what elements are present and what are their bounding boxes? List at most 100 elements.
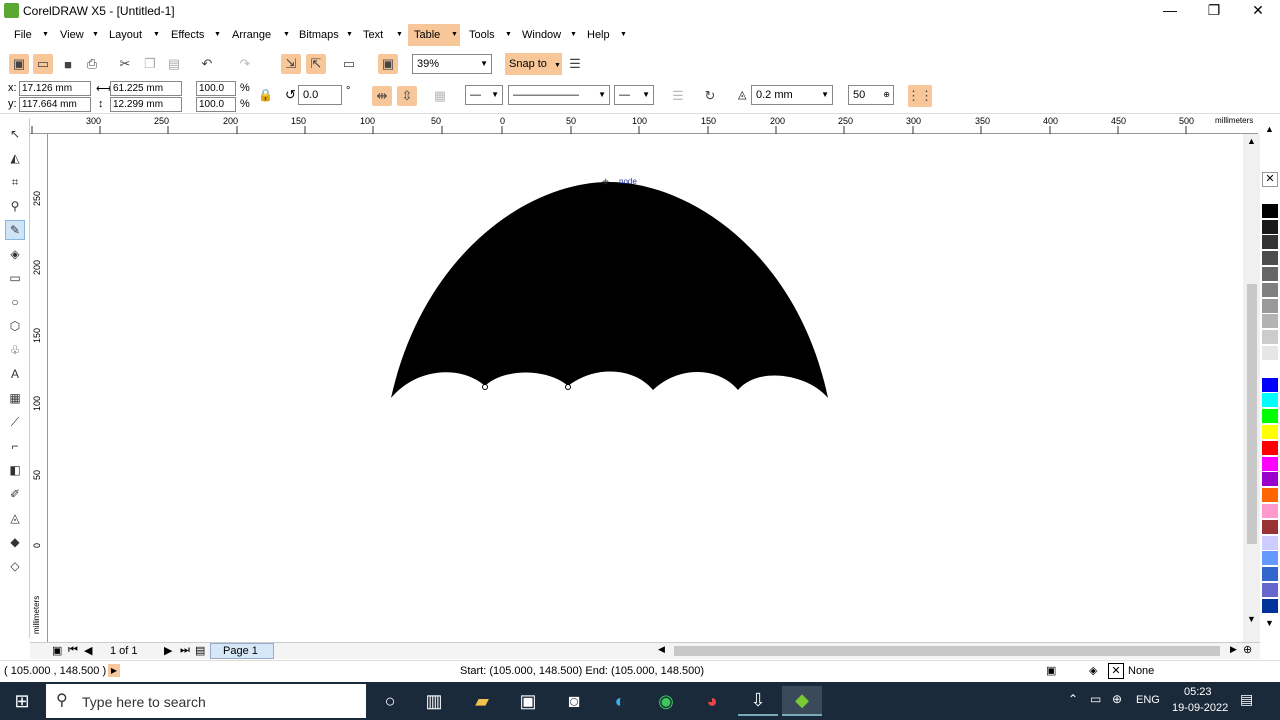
task-view-icon[interactable]: ▥ — [414, 686, 454, 716]
scroll-thumb[interactable] — [1247, 284, 1257, 544]
color-swatch[interactable] — [1262, 282, 1278, 298]
scale-x-field[interactable]: 100.0 — [196, 81, 236, 96]
width-field[interactable]: 61.225 mm — [110, 81, 182, 96]
color-swatch[interactable] — [1262, 393, 1278, 409]
chevron-up-icon[interactable]: ⌃ — [1068, 692, 1078, 706]
file-explorer-icon[interactable]: ▰ — [462, 686, 502, 716]
vertical-scrollbar[interactable]: ▲ ▼ — [1243, 134, 1260, 642]
close-button[interactable]: ✕ — [1236, 0, 1280, 22]
fill-tool-icon[interactable]: ◆ — [5, 532, 25, 552]
color-swatch[interactable] — [1262, 314, 1278, 330]
start-arrowhead-select[interactable]: — ▼ — [465, 85, 503, 105]
end-arrowhead-select[interactable]: — ▼ — [614, 85, 654, 105]
tab-page-1[interactable]: Page 1 — [210, 643, 274, 659]
color-swatch[interactable] — [1262, 567, 1278, 583]
color-swatch[interactable] — [1262, 188, 1278, 203]
chevron-left-icon[interactable]: ◀ — [658, 644, 665, 655]
menu-arrange[interactable]: Arrange — [226, 24, 277, 46]
curve-smoothing-field[interactable]: 50 ⊕ — [848, 85, 894, 105]
interactive-fill-tool-icon[interactable]: ◇ — [5, 556, 25, 576]
last-page-icon[interactable]: ⏭ — [180, 644, 190, 657]
no-color-swatch[interactable]: ✕ — [1262, 172, 1278, 187]
page-insert-icon[interactable]: ▣ — [52, 644, 62, 657]
taskbar-search-box[interactable]: ⚲ Type here to search — [46, 684, 366, 718]
polygon-tool-icon[interactable]: ⬡ — [5, 316, 25, 336]
color-swatch[interactable] — [1262, 456, 1278, 472]
language-indicator[interactable]: ENG — [1136, 694, 1160, 706]
reverse-direction-icon[interactable]: ↻ — [700, 86, 720, 106]
color-swatch[interactable] — [1262, 298, 1278, 314]
color-swatch[interactable] — [1262, 425, 1278, 440]
chevron-up-icon[interactable]: ▲ — [1265, 124, 1274, 134]
color-swatch[interactable] — [1262, 598, 1278, 614]
undo-icon[interactable]: ↶ — [197, 54, 217, 74]
chevron-down-icon[interactable]: ▼ — [1247, 614, 1256, 624]
minimize-button[interactable]: — — [1148, 0, 1192, 22]
clock-date[interactable]: 19-09-2022 — [1172, 702, 1228, 714]
color-swatch[interactable] — [1262, 346, 1278, 361]
shape-tool-icon[interactable]: ◭ — [5, 148, 25, 168]
horizontal-ruler[interactable]: 300 250 200 150 100 50 0 50 100 150 200 … — [30, 114, 1258, 134]
vertical-ruler[interactable]: 250 200 150 100 50 0 millimeters — [30, 134, 48, 642]
eyedropper-tool-icon[interactable]: ✐ — [5, 484, 25, 504]
y-position-field[interactable]: 117.664 mm — [19, 97, 91, 112]
color-swatch[interactable] — [1262, 535, 1278, 551]
height-field[interactable]: 12.299 mm — [110, 97, 182, 112]
outline-width-select[interactable]: 0.2 mm ▼ — [751, 85, 833, 105]
blend-tool-icon[interactable]: ◧ — [5, 460, 25, 480]
play-icon[interactable]: ▶ — [108, 664, 120, 677]
network-icon[interactable]: ⊕ — [1112, 692, 1122, 706]
table-tool-icon[interactable]: ▦ — [5, 388, 25, 408]
add-page-icon[interactable]: ▤ — [195, 644, 205, 657]
basic-shapes-tool-icon[interactable]: ♧ — [5, 340, 25, 360]
color-swatch[interactable] — [1262, 235, 1278, 251]
line-style-select[interactable]: —————— ▼ — [508, 85, 610, 105]
options-icon[interactable]: ☰ — [565, 54, 585, 74]
snap-to-button[interactable]: Snap to ▼ — [505, 53, 562, 75]
color-swatch[interactable] — [1262, 551, 1278, 567]
color-swatch[interactable] — [1262, 519, 1278, 535]
umbrella-shape[interactable] — [48, 134, 1243, 642]
rotation-field[interactable]: 0.0 — [298, 85, 342, 105]
lock-ratio-icon[interactable]: 🔒 — [258, 88, 273, 102]
windows-start-icon[interactable]: ⊞ — [2, 686, 42, 716]
close-curve-icon[interactable]: ☰ — [668, 86, 688, 106]
prev-page-icon[interactable]: ◀ — [84, 644, 92, 657]
menu-effects[interactable]: Effects — [165, 24, 210, 46]
save-icon[interactable]: ■ — [58, 54, 78, 74]
download-app-icon[interactable]: ⇩ — [738, 686, 778, 716]
freehand-tool-icon[interactable]: ✎ — [5, 220, 25, 240]
ellipse-tool-icon[interactable]: ○ — [5, 292, 25, 312]
paste-icon[interactable]: ▤ — [164, 54, 184, 74]
edge-browser-icon[interactable]: ◐ — [600, 686, 640, 716]
color-swatch[interactable] — [1262, 440, 1278, 456]
color-swatch[interactable] — [1262, 488, 1278, 504]
menu-tools[interactable]: Tools — [463, 24, 501, 46]
rectangle-tool-icon[interactable]: ▭ — [5, 268, 25, 288]
horizontal-scroll-thumb[interactable] — [674, 646, 1220, 656]
welcome-screen-icon[interactable]: ▣ — [378, 54, 398, 74]
cortana-icon[interactable]: ○ — [370, 686, 410, 716]
application-launcher-icon[interactable]: ▭ — [339, 54, 359, 74]
x-position-field[interactable]: 17.126 mm — [19, 81, 91, 96]
menu-bitmaps[interactable]: Bitmaps — [293, 24, 345, 46]
outline-pen-tool-icon[interactable]: ◬ — [5, 508, 25, 528]
color-swatch[interactable] — [1262, 219, 1278, 235]
color-swatch[interactable] — [1262, 251, 1278, 267]
color-swatch[interactable] — [1262, 583, 1278, 598]
restore-button[interactable]: ❐ — [1192, 0, 1236, 22]
menu-file[interactable]: File — [8, 24, 38, 46]
color-swatch[interactable] — [1262, 409, 1278, 425]
scale-y-field[interactable]: 100.0 — [196, 97, 236, 112]
zoom-tool-icon[interactable]: ⚲ — [5, 196, 25, 216]
print-icon[interactable]: ⎙ — [82, 54, 102, 74]
menu-text[interactable]: Text — [357, 24, 389, 46]
copy-icon[interactable]: ❐ — [140, 54, 160, 74]
new-document-icon[interactable]: ▣ — [9, 54, 29, 74]
chevron-down-icon[interactable]: ▼ — [1265, 618, 1274, 628]
battery-icon[interactable]: ▭ — [1090, 692, 1101, 706]
color-swatch[interactable] — [1262, 361, 1278, 377]
pick-tool-icon[interactable]: ↖ — [5, 124, 25, 144]
drawing-canvas[interactable]: ⌖ node — [48, 134, 1243, 642]
menu-window[interactable]: Window — [516, 24, 567, 46]
